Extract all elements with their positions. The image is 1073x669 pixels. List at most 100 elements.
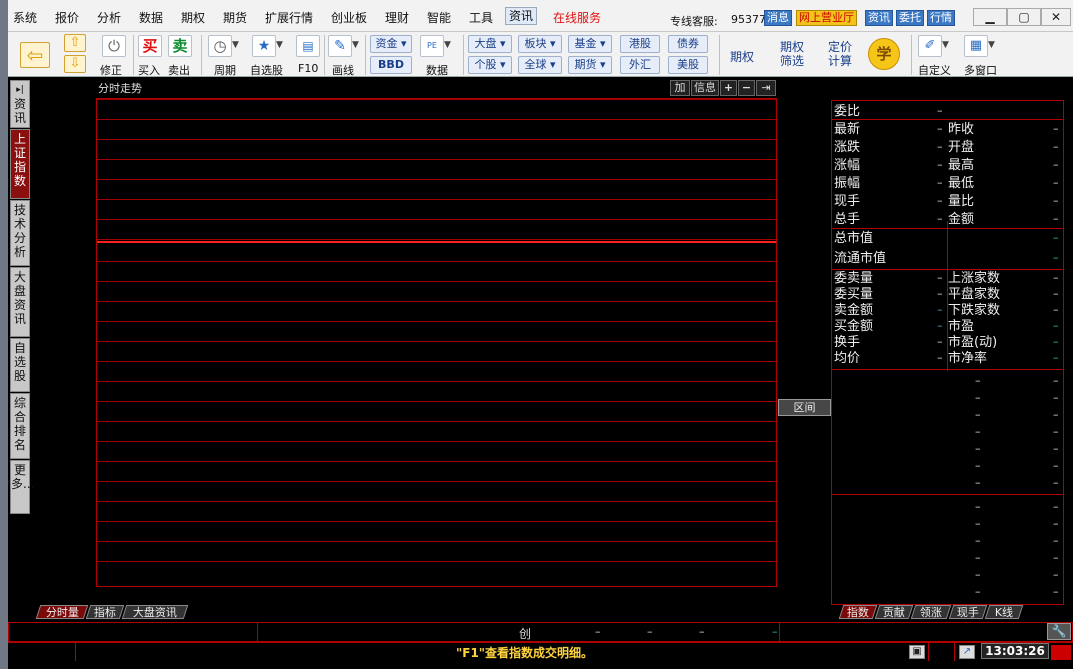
correct-label[interactable]: 修正	[100, 62, 122, 78]
period-label[interactable]: 周期	[214, 62, 236, 78]
share-icon[interactable]: ↗	[959, 645, 975, 659]
multi-window-icon[interactable]: ▦	[964, 35, 988, 57]
f10-label[interactable]: F10	[298, 62, 318, 75]
chevron-down-icon[interactable]: ▼	[444, 40, 451, 50]
hk-button[interactable]: 港股	[620, 35, 660, 53]
menu-quote[interactable]: 报价	[55, 9, 79, 26]
chevron-down-icon[interactable]: ▼	[232, 40, 239, 50]
tab-contribution[interactable]: 贡献	[874, 605, 914, 619]
pencil-icon[interactable]: ✎	[328, 35, 352, 57]
menu-news[interactable]: 资讯	[505, 7, 538, 25]
info-button[interactable]: 信息	[691, 80, 719, 96]
option-button[interactable]: 期权	[730, 48, 754, 65]
tab-intraday-volume[interactable]: 分时量	[35, 605, 89, 619]
clock-icon[interactable]: ◷	[208, 35, 232, 57]
menu-system[interactable]: 系统	[13, 9, 37, 26]
intraday-chart[interactable]	[96, 98, 777, 587]
tab-market-news-bottom[interactable]: 大盘资讯	[121, 605, 189, 619]
watchlist-label[interactable]: 自选股	[250, 62, 283, 78]
chevron-down-icon[interactable]: ▼	[988, 40, 995, 50]
tab-ranking[interactable]: 综合排名	[10, 393, 30, 459]
custom-icon[interactable]: ✐	[918, 35, 942, 57]
grid-line	[97, 241, 776, 243]
fund-button[interactable]: 资金 ▾	[370, 35, 412, 53]
sell-label[interactable]: 卖出	[168, 62, 190, 78]
stock-button[interactable]: 个股 ▾	[468, 56, 512, 74]
window-icon[interactable]: ▣	[909, 645, 925, 659]
fundx-button[interactable]: 基金 ▾	[568, 35, 612, 53]
tab-index[interactable]: 指数	[838, 605, 878, 619]
data-label[interactable]: 数据	[426, 62, 448, 78]
menu-smart[interactable]: 智能	[427, 9, 451, 26]
buy-icon[interactable]: 买	[138, 35, 162, 57]
quote-button[interactable]: 行情	[927, 10, 955, 26]
chevron-down-icon[interactable]: ▼	[942, 40, 949, 50]
global-button[interactable]: 全球 ▾	[518, 56, 562, 74]
quote-dash: –	[975, 391, 981, 404]
sell-icon[interactable]: 卖	[168, 35, 192, 57]
tab-indicator[interactable]: 指标	[85, 605, 125, 619]
news-button[interactable]: 资讯	[865, 10, 893, 26]
alert-indicator[interactable]	[1051, 645, 1071, 660]
fundx-label: 基金	[574, 37, 597, 50]
down-arrow-icon[interactable]: ⇩	[64, 55, 86, 73]
pe-icon[interactable]: PE	[420, 35, 444, 57]
online-hall-button[interactable]: 网上营业厅	[796, 10, 857, 26]
power-icon[interactable]: ⏻	[102, 35, 126, 57]
tab-watchlist[interactable]: 自选股	[10, 338, 30, 392]
menu-futures[interactable]: 期货	[223, 9, 247, 26]
option-screen-button[interactable]: 期权筛选	[778, 40, 806, 68]
bbd-button[interactable]: BBD	[370, 56, 412, 74]
fx-button[interactable]: 外汇	[620, 56, 660, 74]
menu-data[interactable]: 数据	[139, 9, 163, 26]
quote-value: –	[937, 319, 943, 332]
futures-button[interactable]: 期货 ▾	[568, 56, 612, 74]
range-button[interactable]: 区间	[778, 399, 831, 416]
menu-options[interactable]: 期权	[181, 9, 205, 26]
back-arrow-icon[interactable]: ⇦	[20, 42, 50, 68]
custom-label[interactable]: 自定义	[918, 62, 951, 78]
up-arrow-icon[interactable]: ⇧	[64, 34, 86, 52]
quote-value: –	[1053, 271, 1059, 284]
minimize-icon[interactable]: ▁	[973, 8, 1007, 26]
menu-analysis[interactable]: 分析	[97, 9, 121, 26]
goto-end-icon[interactable]: ⇥	[756, 80, 776, 96]
tab-more[interactable]: 更多...	[10, 460, 34, 514]
quote-value: –	[937, 212, 943, 225]
close-icon[interactable]: ✕	[1041, 8, 1071, 26]
tab-market-news[interactable]: 大盘资讯	[10, 267, 30, 337]
chevron-down-icon[interactable]: ▼	[276, 40, 283, 50]
tab-technical[interactable]: 技术分析	[10, 200, 30, 266]
wrench-icon[interactable]: 🔧	[1047, 623, 1071, 640]
menu-extended[interactable]: 扩展行情	[265, 9, 313, 26]
restore-icon[interactable]: ▢	[1007, 8, 1041, 26]
message-button[interactable]: 消息	[764, 10, 792, 26]
learn-icon[interactable]: 学	[868, 38, 900, 70]
tab-leaders[interactable]: 领涨	[910, 605, 952, 619]
multiwin-label[interactable]: 多窗口	[964, 62, 997, 78]
menu-tools[interactable]: 工具	[469, 9, 493, 26]
f10-icon[interactable]: ▤	[296, 35, 320, 57]
chevron-down-icon[interactable]: ▼	[352, 40, 359, 50]
zoom-out-icon[interactable]: −	[738, 80, 755, 96]
star-icon[interactable]: ★	[252, 35, 276, 57]
draw-label[interactable]: 画线	[332, 62, 354, 78]
tab-sh-index[interactable]: 上证指数	[10, 129, 30, 199]
tab-news[interactable]: ▸| 资讯	[10, 80, 30, 128]
tab-kline[interactable]: K线	[984, 605, 1024, 619]
menu-finance[interactable]: 理财	[385, 9, 409, 26]
add-button[interactable]: 加	[670, 80, 690, 96]
zoom-in-icon[interactable]: +	[720, 80, 737, 96]
order-button[interactable]: 委托	[896, 10, 924, 26]
stock-label: 个股	[474, 58, 497, 71]
menu-online-service[interactable]: 在线服务	[553, 9, 601, 26]
buy-label[interactable]: 买入	[138, 62, 160, 78]
grid-line	[97, 159, 776, 160]
tab-current-hand[interactable]: 现手	[948, 605, 988, 619]
menu-gem[interactable]: 创业板	[331, 9, 367, 26]
bond-button[interactable]: 债券	[668, 35, 708, 53]
pricing-button[interactable]: 定价计算	[826, 40, 854, 68]
market-button[interactable]: 大盘 ▾	[468, 35, 512, 53]
sector-button[interactable]: 板块 ▾	[518, 35, 562, 53]
us-button[interactable]: 美股	[668, 56, 708, 74]
